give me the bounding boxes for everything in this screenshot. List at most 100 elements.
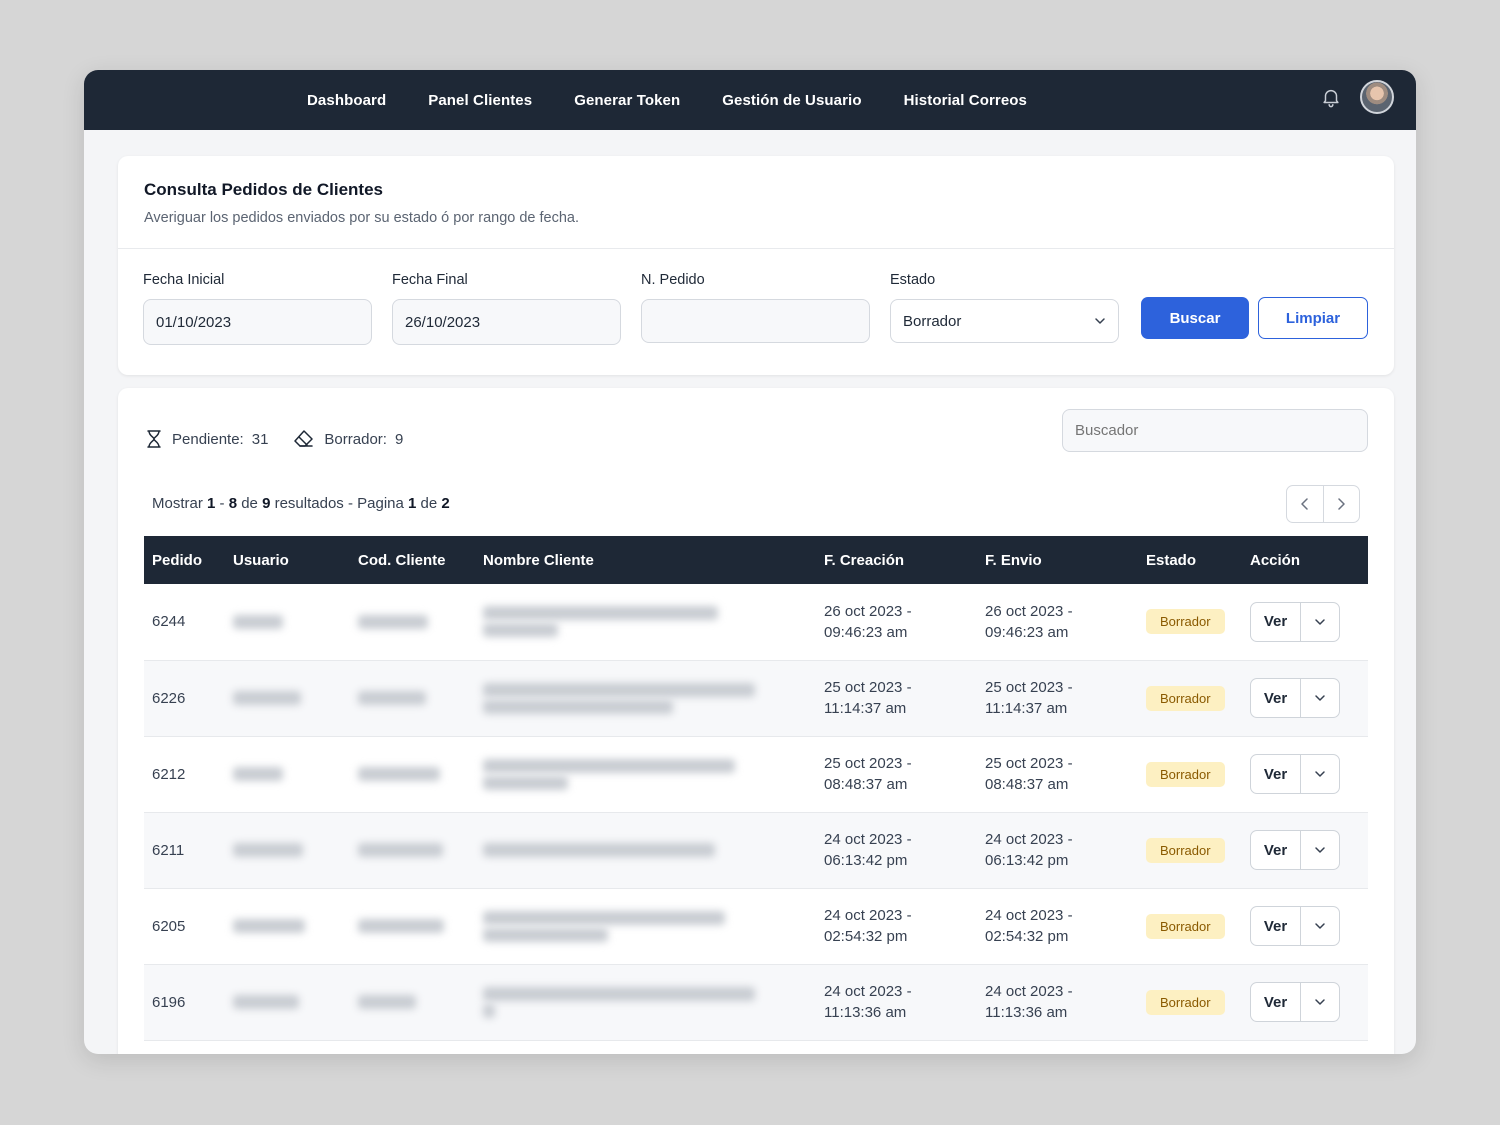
ver-button[interactable]: Ver (1251, 602, 1301, 641)
cell-f-creacion: 24 oct 2023 - 06:13:42 pm (816, 812, 977, 888)
redacted-block (233, 767, 283, 781)
action-dropdown-button[interactable] (1301, 983, 1339, 1021)
redacted-block (483, 775, 568, 790)
buscar-button[interactable]: Buscar (1141, 297, 1249, 339)
fecha-inicial-input[interactable]: 01/10/2023 (143, 299, 372, 345)
cell-cod-cliente-redacted (350, 964, 475, 1040)
date-line: 25 oct 2023 - (985, 679, 1073, 696)
next-page-button[interactable] (1324, 486, 1360, 522)
summary-de: de (241, 495, 258, 512)
bell-icon[interactable] (1320, 86, 1342, 108)
nav-link-dashboard[interactable]: Dashboard (307, 92, 386, 109)
time-line: 08:48:37 am (824, 776, 908, 793)
date-line: 24 oct 2023 - (824, 983, 912, 1000)
cell-f-envio: 24 oct 2023 - 06:13:42 pm (977, 812, 1138, 888)
cell-cod-cliente-redacted (350, 812, 475, 888)
table-row: 6212 25 oct 2023 - 08:48:37 am 25 oct 202… (144, 736, 1368, 812)
cell-nombre-redacted (475, 888, 816, 964)
time-line: 08:48:37 am (985, 776, 1069, 793)
col-header-pedido[interactable]: Pedido (144, 536, 225, 584)
action-split-button: Ver (1250, 830, 1340, 870)
table-row: 6244 26 oct 2023 - 09:46:23 am 26 oct 202… (144, 584, 1368, 660)
col-header-accion[interactable]: Acción (1242, 536, 1368, 584)
top-navbar: Dashboard Panel Clientes Generar Token G… (84, 70, 1416, 130)
time-line: 11:14:37 am (824, 700, 907, 717)
action-dropdown-button[interactable] (1301, 679, 1339, 717)
summary-de2: de (420, 495, 438, 512)
cell-accion: Ver (1242, 812, 1368, 888)
action-dropdown-button[interactable] (1301, 603, 1339, 641)
avatar[interactable] (1360, 80, 1394, 114)
summary-resultados: resultados - Pagina (274, 495, 404, 512)
cell-pedido: 6212 (152, 765, 186, 783)
cell-estado: Borrador (1138, 964, 1242, 1040)
cell-estado: Borrador (1138, 584, 1242, 660)
limpiar-button[interactable]: Limpiar (1258, 297, 1368, 339)
cell-pedido: 6211 (152, 841, 185, 859)
col-header-cod-cliente[interactable]: Cod. Cliente (350, 536, 475, 584)
cell-accion: Ver (1242, 888, 1368, 964)
nav-link-panel-clientes[interactable]: Panel Clientes (428, 92, 532, 109)
action-dropdown-button[interactable] (1301, 907, 1339, 945)
cell-f-envio: 25 oct 2023 - 11:14:37 am (977, 660, 1138, 736)
ver-button[interactable]: Ver (1251, 679, 1301, 717)
fecha-final-input[interactable]: 26/10/2023 (392, 299, 621, 345)
filters: Fecha Inicial 01/10/2023 Fecha Final 26/… (118, 249, 1394, 375)
action-dropdown-button[interactable] (1301, 755, 1339, 793)
page-subtitle: Averiguar los pedidos enviados por su es… (144, 210, 580, 226)
time-line: 02:54:32 pm (824, 928, 908, 945)
cell-estado: Borrador (1138, 660, 1242, 736)
action-split-button: Ver (1250, 601, 1340, 642)
redacted-block (483, 1003, 495, 1018)
cell-usuario-redacted (225, 584, 350, 660)
stat-borrador-value: 9 (394, 430, 404, 448)
app-window: Dashboard Panel Clientes Generar Token G… (84, 70, 1416, 1054)
col-header-f-envio[interactable]: F. Envio (977, 536, 1138, 584)
table-header-row: Pedido Usuario Cod. Cliente Nombre Clien… (144, 536, 1368, 584)
ver-button[interactable]: Ver (1251, 907, 1301, 945)
ver-button[interactable]: Ver (1251, 831, 1301, 869)
action-dropdown-button[interactable] (1301, 831, 1339, 869)
action-split-button: Ver (1250, 906, 1340, 946)
redacted-block (358, 767, 440, 781)
action-split-button: Ver (1250, 982, 1340, 1022)
chevron-down-icon (1095, 318, 1105, 324)
ver-button[interactable]: Ver (1251, 755, 1301, 793)
redacted-block (483, 843, 715, 857)
status-badge: Borrador (1146, 989, 1225, 1015)
search-input[interactable] (1062, 409, 1368, 452)
nav-link-gestion-usuario[interactable]: Gestión de Usuario (722, 92, 861, 109)
chevron-down-icon (1315, 999, 1325, 1005)
nav-links: Dashboard Panel Clientes Generar Token G… (307, 70, 1069, 130)
time-line: 02:54:32 pm (985, 928, 1069, 945)
table-row: 6226 25 oct 2023 - 11:14:37 am 25 oct 202… (144, 660, 1368, 736)
consulta-card: Consulta Pedidos de Clientes Averiguar l… (118, 156, 1394, 375)
status-badge: Borrador (1146, 609, 1225, 635)
redacted-block (483, 986, 755, 1001)
date-line: 24 oct 2023 - (985, 983, 1073, 1000)
col-header-f-creacion[interactable]: F. Creación (816, 536, 977, 584)
pedido-input[interactable] (641, 299, 870, 343)
nav-link-historial-correos[interactable]: Historial Correos (904, 92, 1027, 109)
nav-link-generar-token[interactable]: Generar Token (574, 92, 680, 109)
estado-select[interactable]: Borrador (890, 299, 1119, 343)
cell-usuario-redacted (225, 888, 350, 964)
col-header-nombre-cliente[interactable]: Nombre Cliente (475, 536, 816, 584)
pedido-label: N. Pedido (641, 272, 705, 288)
col-header-usuario[interactable]: Usuario (225, 536, 350, 584)
ver-button[interactable]: Ver (1251, 983, 1301, 1021)
cell-pedido: 6196 (152, 993, 186, 1011)
cell-f-envio: 24 oct 2023 - 02:54:32 pm (977, 888, 1138, 964)
redacted-block (483, 623, 558, 638)
table-row: 6211 24 oct 2023 - 06:13:42 pm 24 oct 202… (144, 812, 1368, 888)
results-summary: Mostrar 1 - 8 de 9 resultados - Pagina 1… (152, 495, 450, 512)
date-line: 26 oct 2023 - (824, 602, 912, 620)
time-line: 11:13:36 am (985, 1004, 1068, 1021)
estado-select-value: Borrador (903, 312, 962, 330)
redacted-block (358, 843, 443, 857)
col-header-estado[interactable]: Estado (1138, 536, 1242, 584)
cell-pedido: 6244 (152, 613, 186, 631)
prev-page-button[interactable] (1287, 486, 1324, 522)
chevron-right-icon (1338, 498, 1345, 510)
cell-estado: Borrador (1138, 888, 1242, 964)
